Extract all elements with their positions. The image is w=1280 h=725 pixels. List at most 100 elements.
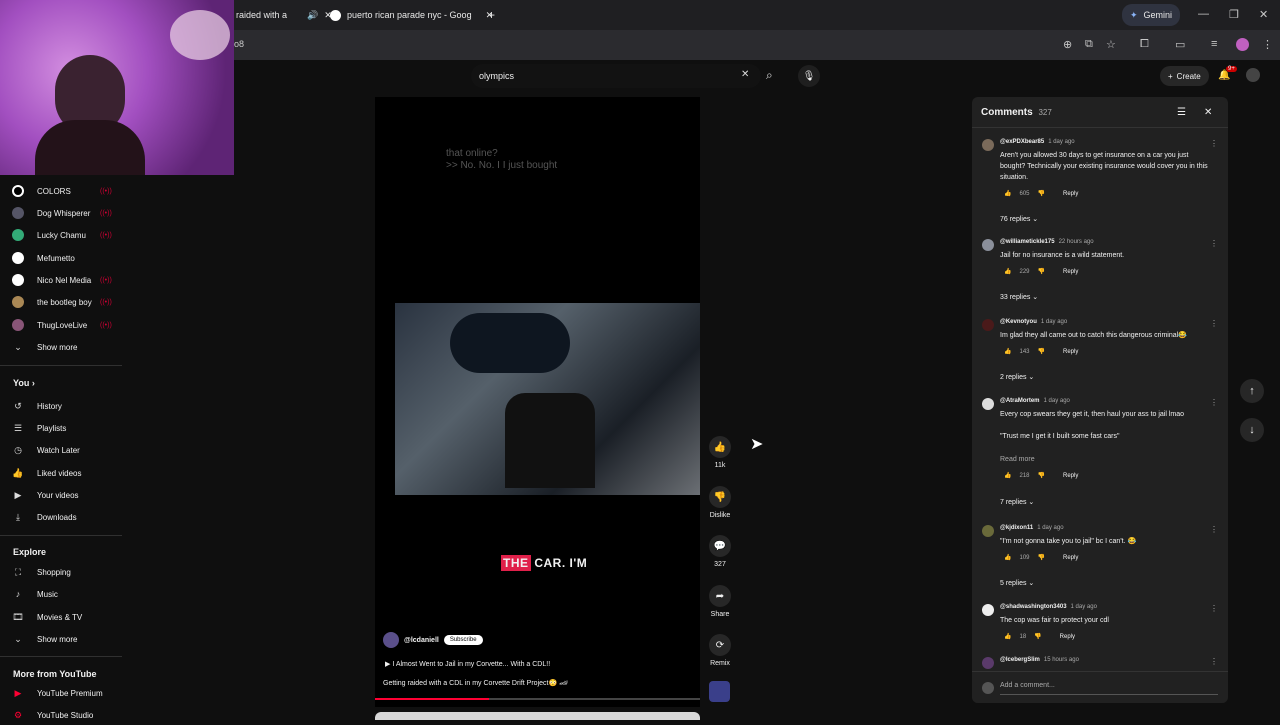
replies-toggle[interactable]: 7 replies ⌄: [1000, 498, 1034, 506]
dislike-icon[interactable]: 👎: [1038, 348, 1045, 355]
like-button[interactable]: 👍 11k: [705, 436, 735, 469]
like-icon[interactable]: 👍: [1004, 554, 1011, 561]
comment-author[interactable]: @Kevnotyou 1 day ago: [1000, 319, 1067, 325]
close-comments-icon[interactable]: ✕: [1204, 107, 1212, 118]
replies-toggle[interactable]: 76 replies ⌄: [1000, 215, 1038, 223]
avatar[interactable]: [982, 398, 994, 410]
comment-author[interactable]: @williametickle175 22 hours ago: [1000, 239, 1094, 245]
like-icon[interactable]: 👍: [1004, 472, 1011, 479]
avatar[interactable]: [982, 657, 994, 669]
gemini-button[interactable]: ✦ Gemini: [1122, 4, 1181, 26]
replies-toggle[interactable]: 33 replies ⌄: [1000, 293, 1038, 301]
more-options-icon[interactable]: ⋮: [1210, 139, 1218, 148]
reply-button[interactable]: Reply: [1063, 269, 1078, 275]
dislike-icon[interactable]: 👎: [1038, 472, 1045, 479]
reading-list-icon[interactable]: ≡: [1211, 38, 1217, 50]
next-short-preview[interactable]: [375, 712, 700, 720]
avatar[interactable]: [982, 525, 994, 537]
restore-icon[interactable]: ❐: [1229, 8, 1239, 21]
sidebar-item-dog-whisperer[interactable]: Dog Whisperer ((•)): [0, 203, 130, 223]
dislike-icon[interactable]: 👎: [1038, 190, 1045, 197]
remix-button[interactable]: ⟳ Remix: [705, 634, 735, 667]
like-icon[interactable]: 👍: [1004, 633, 1011, 640]
sidebar-item-the-bootleg-boy[interactable]: the bootleg boy ((•)): [0, 292, 130, 312]
progress-bar[interactable]: [375, 698, 700, 700]
url-text[interactable]: o8: [234, 39, 244, 49]
you-heading[interactable]: You ›: [13, 378, 35, 388]
more-options-icon[interactable]: ⋮: [1210, 604, 1218, 613]
dislike-icon[interactable]: 👎: [1034, 633, 1041, 640]
minimize-icon[interactable]: —: [1198, 8, 1209, 20]
sidebar-item-shopping[interactable]: ⛶ Shopping: [0, 562, 130, 582]
avatar[interactable]: [982, 604, 994, 616]
tab-google[interactable]: puerto rican parade nyc - Goog ✕: [330, 4, 493, 26]
subscribe-button[interactable]: Subscribe: [443, 635, 483, 645]
sidebar-item-your-videos[interactable]: ▶ Your videos: [0, 485, 130, 505]
more-options-icon[interactable]: ⋮: [1210, 319, 1218, 328]
add-comment-input[interactable]: Add a comment...: [1000, 682, 1055, 689]
tab-active[interactable]: raided with a 🔊 ✕: [236, 4, 332, 26]
reply-button[interactable]: Reply: [1060, 634, 1075, 640]
reply-button[interactable]: Reply: [1063, 191, 1078, 197]
menu-dots-icon[interactable]: ⋮: [1262, 38, 1273, 51]
sidebar-item-history[interactable]: ↺ History: [0, 396, 130, 416]
comment-author[interactable]: @shadwashington3403 1 day ago: [1000, 604, 1097, 610]
comment-author[interactable]: @IcebergSlim 15 hours ago: [1000, 657, 1079, 663]
sidebar-item-youtube-studio[interactable]: ⚙ YouTube Studio: [0, 705, 130, 725]
search-icon[interactable]: ⌕: [766, 68, 773, 83]
profile-avatar[interactable]: [1236, 38, 1249, 51]
like-icon[interactable]: 👍: [1004, 268, 1011, 275]
dislike-icon[interactable]: 👎: [1038, 554, 1045, 561]
previous-short-button[interactable]: ↑: [1240, 379, 1264, 403]
install-icon[interactable]: ⧉: [1085, 38, 1093, 51]
next-short-button[interactable]: ↓: [1240, 418, 1264, 442]
reply-button[interactable]: Reply: [1063, 349, 1078, 355]
extensions-icon[interactable]: ⧠: [1140, 38, 1149, 51]
mic-icon[interactable]: 🎙: [798, 65, 820, 87]
search-box[interactable]: ✕: [471, 64, 761, 88]
new-tab-button[interactable]: +: [488, 4, 495, 26]
sidebar-item-music[interactable]: ♪ Music: [0, 584, 130, 604]
show-more-subscriptions[interactable]: ⌄ Show more: [0, 337, 130, 357]
close-window-icon[interactable]: ✕: [1259, 8, 1268, 21]
more-options-icon[interactable]: ⋮: [1210, 239, 1218, 248]
video-title[interactable]: ▶ I Almost Went to Jail in my Corvette..…: [385, 660, 550, 668]
sidebar-item-watch-later[interactable]: ◷ Watch Later: [0, 440, 130, 460]
show-more-explore[interactable]: ⌄ Show more: [0, 629, 130, 649]
read-more-link[interactable]: Read more: [1000, 454, 1210, 465]
avatar[interactable]: [982, 139, 994, 151]
zoom-icon[interactable]: ⊕: [1063, 38, 1072, 51]
comment-author[interactable]: @kjdixon11 1 day ago: [1000, 525, 1064, 531]
sidebar-item-lucky-chamu[interactable]: Lucky Chamu ((•)): [0, 225, 130, 245]
cast-icon[interactable]: ▭: [1175, 38, 1185, 51]
like-icon[interactable]: 👍: [1004, 348, 1011, 355]
dislike-icon[interactable]: 👎: [1038, 268, 1045, 275]
reply-button[interactable]: Reply: [1063, 555, 1078, 561]
search-input[interactable]: [479, 71, 719, 81]
video-description[interactable]: Getting raided with a CDL in my Corvette…: [383, 679, 568, 687]
comment-author[interactable]: @exPDXbear85 1 day ago: [1000, 139, 1075, 145]
avatar[interactable]: [982, 319, 994, 331]
channel-avatar[interactable]: [383, 632, 399, 648]
sidebar-item-downloads[interactable]: ⤓ Downloads: [0, 507, 130, 527]
channel-name[interactable]: @lcdaniell: [404, 637, 439, 644]
reply-button[interactable]: Reply: [1063, 473, 1078, 479]
shorts-video-player[interactable]: that online? >> No. No. I I just bought …: [375, 97, 700, 707]
sidebar-item-nico-nel-media[interactable]: Nico Nel Media ((•)): [0, 270, 130, 290]
sound-thumbnail[interactable]: [709, 681, 730, 702]
more-options-icon[interactable]: ⋮: [1210, 657, 1218, 666]
sort-icon[interactable]: ☰: [1177, 107, 1186, 118]
more-options-icon[interactable]: ⋮: [1210, 525, 1218, 534]
share-button[interactable]: ➦ Share: [705, 585, 735, 618]
sidebar-item-colors[interactable]: COLORS ((•)): [0, 181, 130, 201]
sidebar-item-movies-tv[interactable]: 🎞 Movies & TV: [0, 607, 130, 627]
sidebar-item-youtube-premium[interactable]: ▶ YouTube Premium: [0, 683, 130, 703]
speaker-icon[interactable]: 🔊: [307, 10, 318, 21]
create-button[interactable]: + Create: [1160, 66, 1209, 86]
bookmark-star-icon[interactable]: ☆: [1106, 38, 1116, 51]
sidebar-item-playlists[interactable]: ☰ Playlists: [0, 418, 130, 438]
replies-toggle[interactable]: 5 replies ⌄: [1000, 579, 1034, 587]
sidebar-item-liked-videos[interactable]: 👍 Liked videos: [0, 463, 130, 483]
comments-button[interactable]: 💬 327: [705, 535, 735, 568]
more-options-icon[interactable]: ⋮: [1210, 398, 1218, 407]
